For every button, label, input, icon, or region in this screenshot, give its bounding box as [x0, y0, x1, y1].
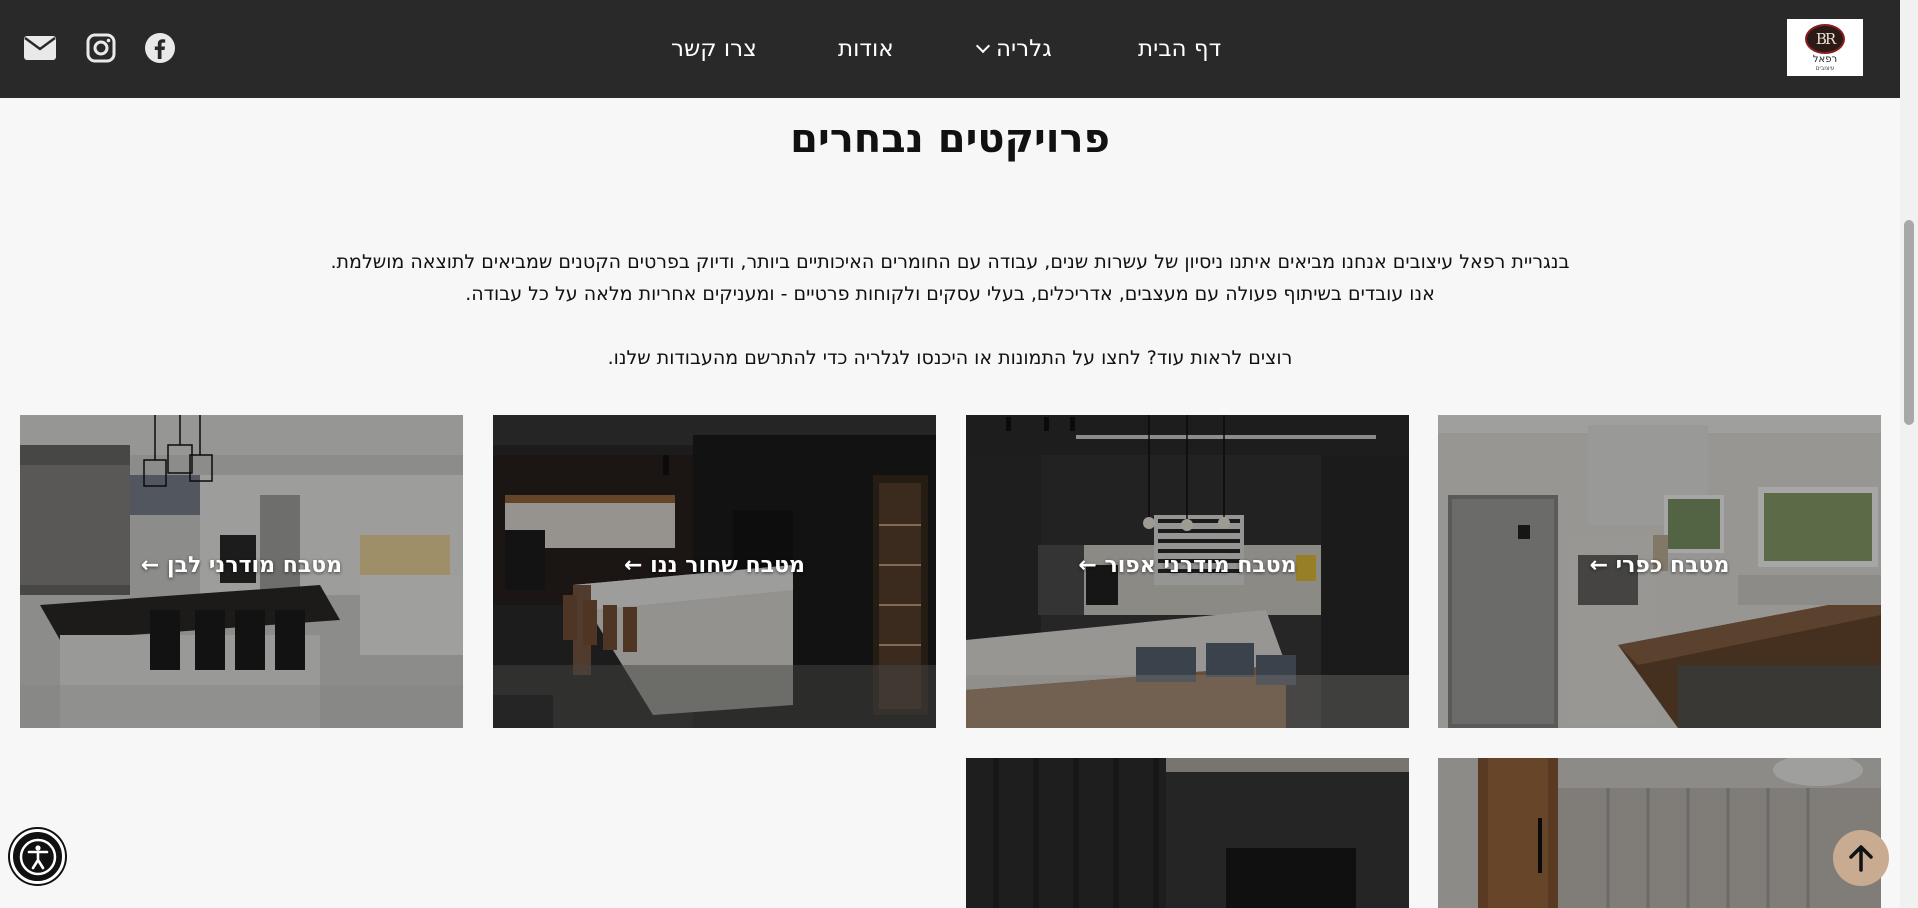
- instagram-icon[interactable]: [84, 31, 118, 65]
- card-overlay: [1438, 758, 1881, 908]
- site-header: BR רפאל עיצובים דף הבית גלריה אודות צרו …: [0, 0, 1900, 98]
- project-card-rustic-kitchen[interactable]: מטבח כפרי ←: [1438, 415, 1881, 728]
- back-to-top-button[interactable]: [1833, 830, 1889, 886]
- nav-home-label: דף הבית: [1138, 36, 1222, 62]
- logo-sub: עיצובים: [1815, 64, 1835, 72]
- intro-line-2: אנו עובדים בשיתוף פעולה עם מעצבים, אדריכ…: [465, 283, 1435, 305]
- facebook-icon[interactable]: [143, 31, 177, 65]
- nav-about[interactable]: אודות: [838, 36, 894, 62]
- logo-mark: BR: [1805, 23, 1845, 54]
- card-overlay: [966, 758, 1409, 908]
- page-title: פרויקטים נבחרים: [790, 116, 1110, 162]
- intro-line-1: בנגריית רפאל עיצובים אנחנו מביאים איתנו …: [330, 251, 1570, 273]
- nav-gallery[interactable]: גלריה: [975, 36, 1052, 62]
- project-label[interactable]: מטבח מודרני לבן ←: [20, 553, 463, 578]
- project-card-black-nano-kitchen[interactable]: מטבח שחור ננו ←: [493, 415, 936, 728]
- project-label[interactable]: מטבח שחור ננו ←: [493, 553, 936, 578]
- chevron-down-icon: [975, 38, 991, 54]
- project-card-modern-grey-kitchen[interactable]: מטבח מודרני אפור ←: [966, 415, 1409, 728]
- project-card-row2-left[interactable]: [966, 758, 1409, 908]
- project-label[interactable]: מטבח מודרני אפור ←: [966, 553, 1409, 578]
- accessibility-icon: [19, 838, 56, 875]
- intro-line-3: רוצים לראות עוד? לחצו על התמונות או היכנ…: [607, 347, 1293, 369]
- nav-gallery-label: גלריה: [996, 36, 1052, 62]
- accessibility-button[interactable]: [10, 829, 65, 884]
- email-icon[interactable]: [23, 31, 57, 65]
- nav-about-label: אודות: [838, 36, 894, 62]
- nav-contact-label: צרו קשר: [671, 36, 757, 62]
- arrow-up-icon: [1849, 845, 1873, 872]
- project-card-row2-right[interactable]: [1438, 758, 1881, 908]
- site-logo[interactable]: BR רפאל עיצובים: [1787, 19, 1863, 76]
- nav-home[interactable]: דף הבית: [1138, 36, 1221, 62]
- logo-name: רפאל: [1812, 53, 1838, 65]
- scrollbar-thumb[interactable]: [1904, 220, 1914, 425]
- page-scrollbar[interactable]: [1900, 0, 1918, 908]
- project-label[interactable]: מטבח כפרי ←: [1438, 553, 1881, 578]
- project-card-modern-white-kitchen[interactable]: מטבח מודרני לבן ←: [20, 415, 463, 728]
- nav-contact[interactable]: צרו קשר: [671, 36, 757, 62]
